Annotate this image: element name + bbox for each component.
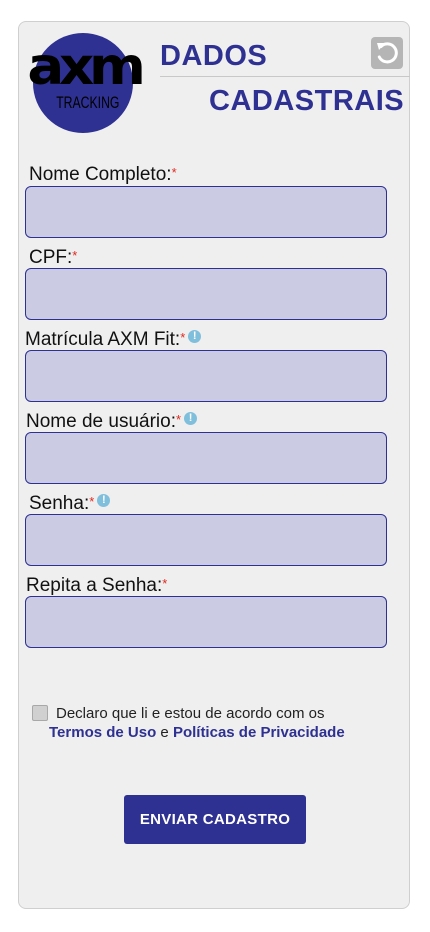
title-divider [160, 76, 410, 77]
repeat-password-label: Repita a Senha:* [26, 575, 167, 597]
submit-registration-button[interactable]: ENVIAR CADASTRO [124, 795, 306, 844]
terms-checkbox[interactable] [32, 705, 48, 721]
full-name-input[interactable] [25, 186, 387, 238]
cpf-input[interactable] [25, 268, 387, 320]
repeat-password-input[interactable] [25, 596, 387, 648]
full-name-label-text: Nome Completo: [29, 164, 172, 185]
logo-wordmark: axm [27, 37, 145, 97]
page-title-line1: DADOS [160, 40, 268, 72]
repeat-password-label-text: Repita a Senha: [26, 575, 163, 596]
privacy-policy-link[interactable]: Políticas de Privacidade [173, 724, 345, 741]
registration-number-label-text: Matrícula AXM Fit: [25, 329, 181, 350]
registration-card: axm TRACKING DADOS CADASTRAIS Nome Compl… [18, 21, 410, 909]
terms-connector: e [156, 724, 173, 741]
required-mark: * [171, 165, 177, 180]
username-label: Nome de usuário:*! [26, 411, 198, 433]
info-icon[interactable]: ! [184, 412, 198, 426]
registration-number-label: Matrícula AXM Fit:*! [25, 329, 202, 351]
info-icon[interactable]: ! [97, 494, 111, 508]
required-mark: * [89, 494, 95, 509]
reset-button[interactable] [371, 37, 403, 69]
password-label: Senha:*! [29, 493, 111, 515]
required-mark: * [175, 412, 182, 427]
full-name-label: Nome Completo:* [29, 164, 177, 186]
page-title-line2: CADASTRAIS [209, 85, 405, 117]
axm-tracking-logo: axm TRACKING [25, 33, 146, 137]
cpf-label: CPF:* [29, 247, 77, 269]
reset-icon [377, 42, 398, 64]
required-mark: * [162, 576, 168, 591]
info-icon[interactable]: ! [188, 330, 202, 344]
terms-links: Termos de Uso e Políticas de Privacidade [49, 723, 345, 742]
password-input[interactable] [25, 514, 387, 566]
logo-subtitle: TRACKING [56, 93, 120, 112]
required-mark: * [72, 248, 78, 263]
registration-number-input[interactable] [25, 350, 387, 402]
terms-of-use-link[interactable]: Termos de Uso [49, 724, 156, 741]
username-input[interactable] [25, 432, 387, 484]
username-label-text: Nome de usuário: [26, 411, 176, 432]
cpf-label-text: CPF: [29, 247, 73, 268]
password-label-text: Senha: [29, 493, 90, 514]
terms-text: Declaro que li e estou de acordo com os [56, 705, 325, 722]
required-mark: * [180, 330, 186, 345]
